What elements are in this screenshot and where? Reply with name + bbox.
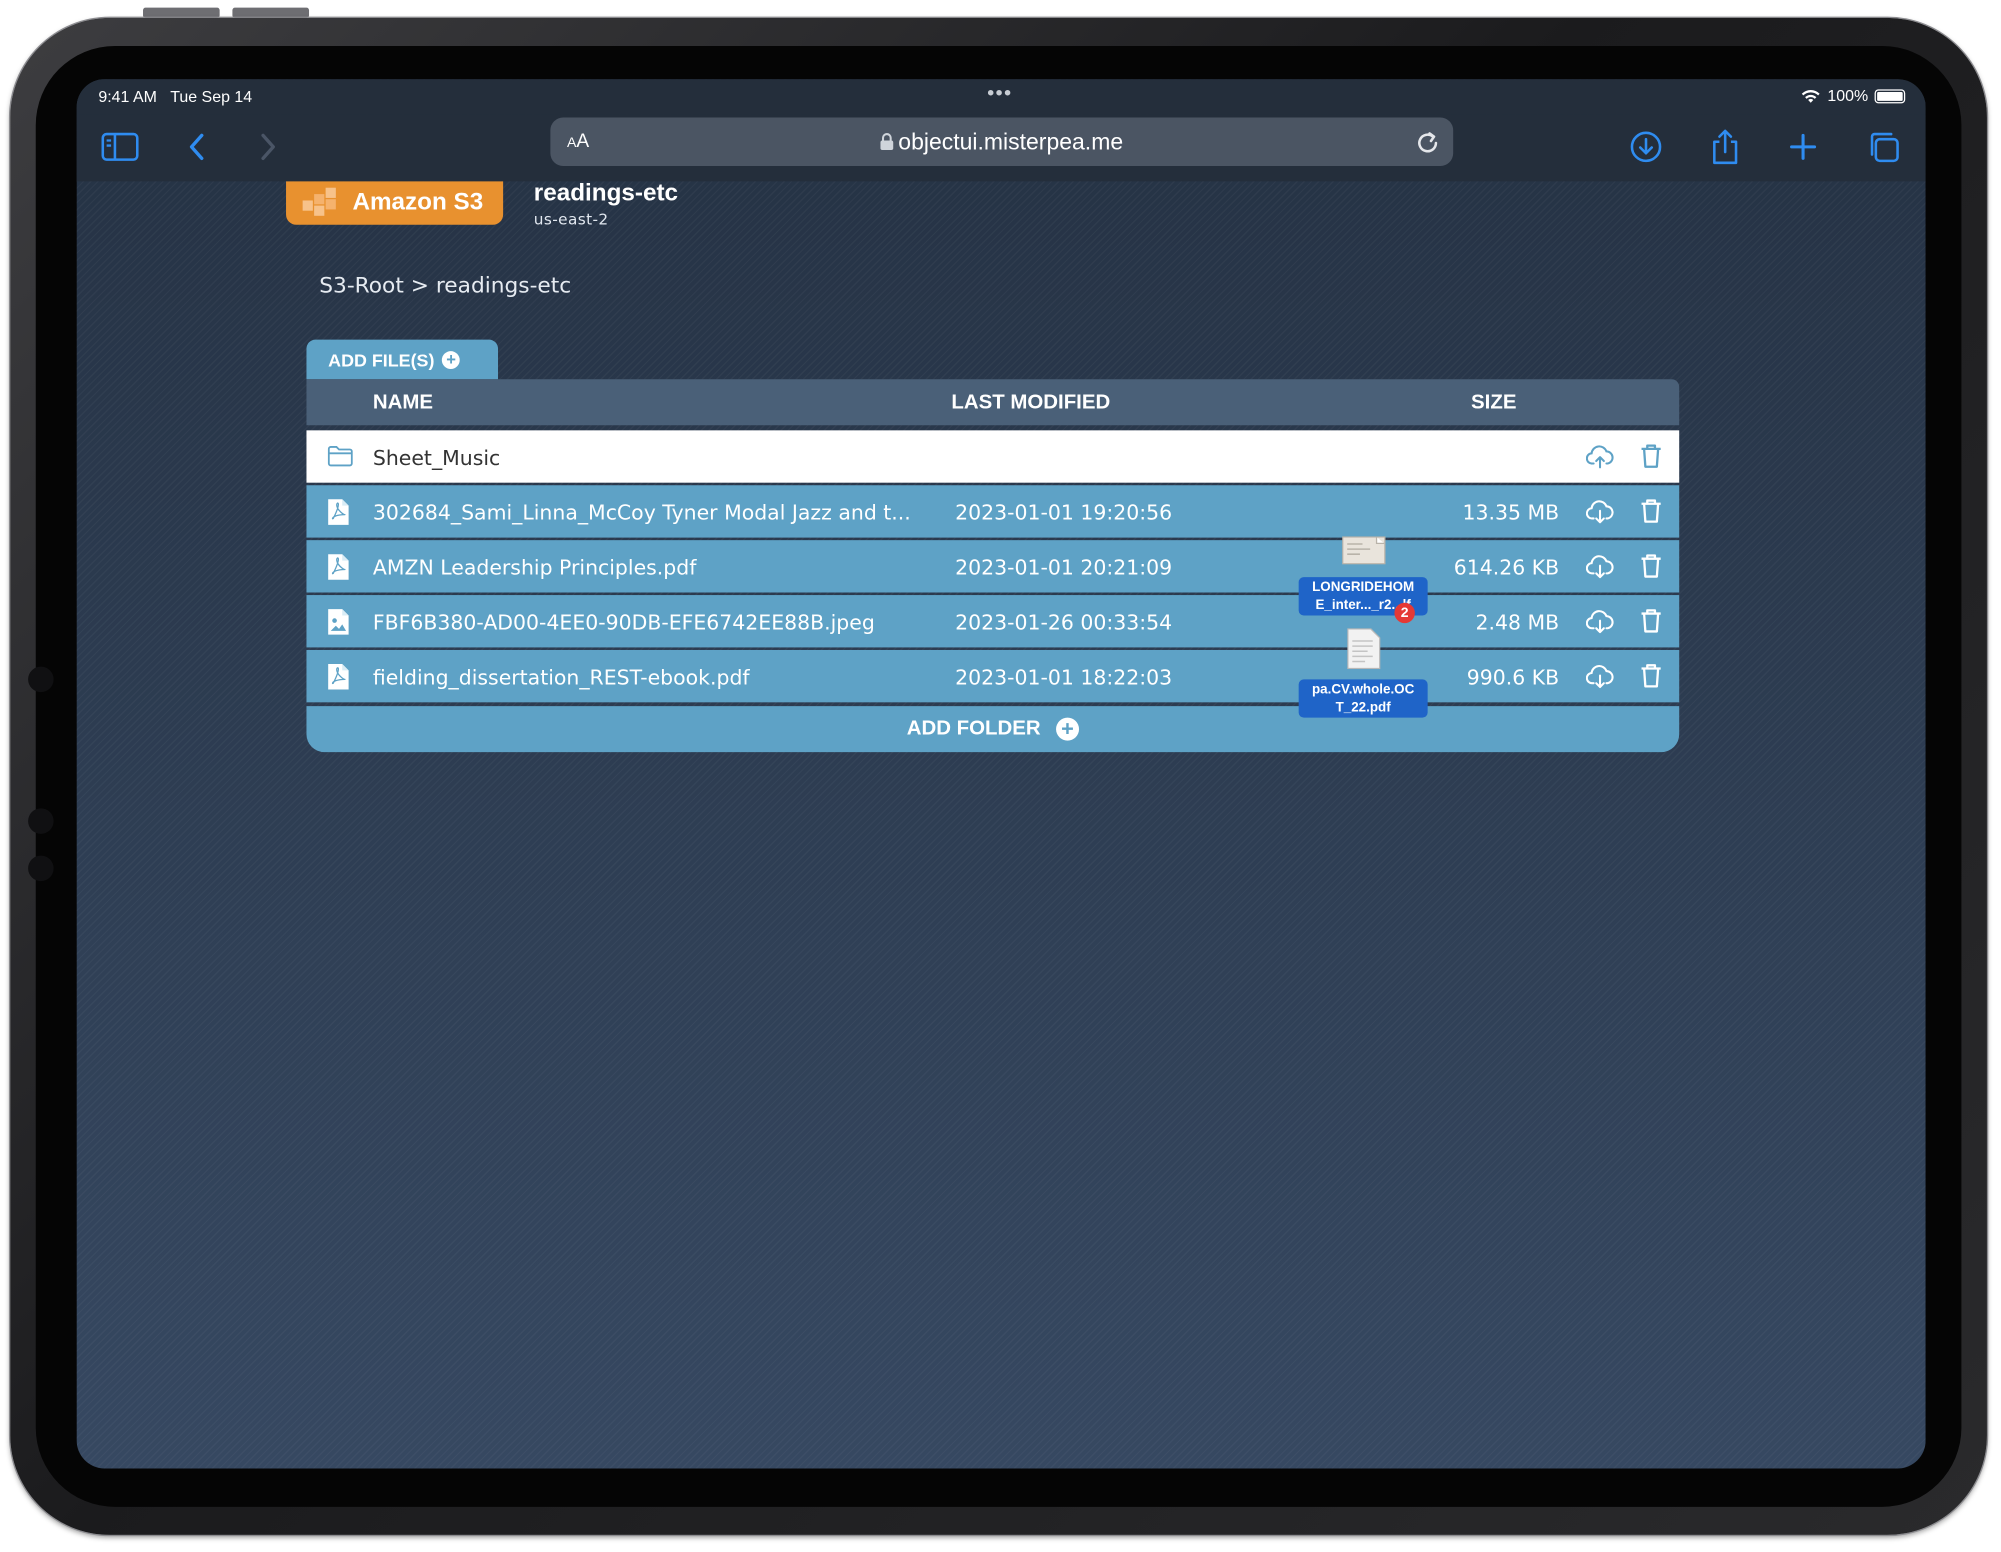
file-thumbnail-icon	[1342, 536, 1386, 565]
plus-circle-icon: +	[1055, 717, 1079, 741]
file-size: 13.35 MB	[1462, 500, 1560, 525]
file-modified: 2023-01-01 20:21:09	[955, 555, 1173, 580]
column-header-name[interactable]: NAME	[373, 392, 433, 415]
file-modified: 2023-01-01 18:22:03	[955, 665, 1173, 690]
trash-icon[interactable]	[1638, 607, 1664, 640]
download-icon[interactable]	[1585, 553, 1614, 586]
dragged-file-longridehome[interactable]: LONGRIDEHOM E_inter..._r2...lf 2	[1298, 536, 1432, 625]
column-header-modified[interactable]: LAST MODIFIED	[951, 392, 1110, 415]
tabs-overview-icon[interactable]	[1863, 126, 1904, 167]
file-thumbnail-icon	[1347, 628, 1381, 670]
pdf-file-icon	[327, 553, 350, 586]
plus-circle-icon: +	[442, 350, 460, 369]
add-files-label: ADD FILE(S)	[328, 349, 435, 370]
download-icon[interactable]	[1585, 443, 1614, 476]
column-header-size[interactable]: SIZE	[1471, 392, 1516, 415]
wifi-icon	[1801, 90, 1820, 103]
dragged-file-cv[interactable]: pa.CV.whole.OC T_22.pdf	[1298, 628, 1432, 722]
share-icon[interactable]	[1705, 126, 1746, 167]
reload-icon[interactable]	[1415, 128, 1441, 156]
bucket-title: readings-etc	[533, 180, 679, 207]
folder-name[interactable]: Sheet_Music	[373, 446, 500, 470]
multitasking-dots-icon[interactable]: •••	[987, 83, 1012, 106]
pdf-file-icon	[327, 498, 350, 531]
screen: 9:41 AM Tue Sep 14 ••• 100% AA objectui.…	[76, 79, 1926, 1469]
table-row[interactable]: 302684_Sami_Linna_McCoy Tyner Modal Jazz…	[306, 485, 1680, 538]
add-folder-label: ADD FOLDER	[906, 717, 1041, 740]
trash-icon[interactable]	[1638, 661, 1664, 694]
table-row-folder[interactable]: Sheet_Music	[306, 430, 1680, 483]
amazon-s3-logo: Amazon S3	[286, 181, 504, 225]
sidebar-icon[interactable]	[100, 126, 141, 167]
logo-text: Amazon S3	[352, 188, 484, 216]
trash-icon[interactable]	[1638, 497, 1664, 530]
lock-icon	[881, 133, 894, 151]
back-icon[interactable]	[176, 126, 217, 167]
volume-button	[143, 7, 220, 18]
file-name[interactable]: fielding_dissertation_REST-ebook.pdf	[373, 665, 750, 689]
add-files-button[interactable]: ADD FILE(S) +	[306, 339, 499, 380]
downloads-icon[interactable]	[1626, 126, 1667, 167]
file-size: 614.26 KB	[1453, 555, 1560, 580]
file-modified: 2023-01-01 19:20:56	[955, 500, 1173, 525]
s3-boxes-icon	[302, 187, 336, 216]
file-modified: 2023-01-26 00:33:54	[955, 610, 1173, 635]
trash-icon[interactable]	[1638, 442, 1664, 475]
side-sensor	[28, 808, 54, 834]
forward-icon[interactable]	[248, 126, 289, 167]
battery-icon	[1874, 88, 1906, 103]
table-row[interactable]: FBF6B380-AD00-4EE0-90DB-EFE6742EE88B.jpe…	[306, 595, 1680, 648]
folder-icon	[327, 443, 354, 474]
image-file-icon	[327, 608, 350, 641]
dragged-file-label: pa.CV.whole.OC T_22.pdf	[1298, 679, 1428, 718]
breadcrumb[interactable]: S3-Root > readings-etc	[319, 273, 571, 299]
status-bar: 9:41 AM Tue Sep 14 ••• 100%	[76, 79, 1926, 115]
side-sensor	[28, 666, 54, 693]
new-tab-icon[interactable]	[1783, 126, 1824, 167]
address-bar[interactable]: AA objectui.misterpea.me	[550, 117, 1454, 167]
add-folder-button[interactable]: ADD FOLDER +	[306, 706, 1680, 753]
file-size: 2.48 MB	[1475, 610, 1560, 635]
file-size: 990.6 KB	[1466, 665, 1560, 690]
status-indicators: 100%	[1801, 87, 1906, 105]
file-table: NAME LAST MODIFIED SIZE Sheet_Music 3026…	[306, 379, 1680, 753]
download-icon[interactable]	[1585, 608, 1614, 641]
table-header: NAME LAST MODIFIED SIZE	[306, 379, 1680, 426]
table-row[interactable]: AMZN Leadership Principles.pdf 2023-01-0…	[306, 540, 1680, 593]
file-name[interactable]: AMZN Leadership Principles.pdf	[373, 555, 697, 579]
volume-button	[232, 7, 310, 18]
table-row[interactable]: fielding_dissertation_REST-ebook.pdf 202…	[306, 649, 1680, 703]
file-name[interactable]: 302684_Sami_Linna_McCoy Tyner Modal Jazz…	[373, 501, 911, 525]
pdf-file-icon	[327, 663, 350, 696]
trash-icon[interactable]	[1638, 552, 1664, 585]
bucket-region: us-east-2	[533, 210, 609, 229]
download-icon[interactable]	[1585, 498, 1614, 531]
url-text[interactable]: objectui.misterpea.me	[550, 129, 1453, 156]
browser-toolbar: AA objectui.misterpea.me	[76, 114, 1926, 182]
status-time: 9:41 AM Tue Sep 14	[98, 88, 253, 106]
side-sensor	[28, 855, 54, 882]
drag-count-badge: 2	[1394, 602, 1415, 624]
battery-percent: 100%	[1827, 86, 1869, 105]
file-name[interactable]: FBF6B380-AD00-4EE0-90DB-EFE6742EE88B.jpe…	[373, 610, 875, 634]
download-icon[interactable]	[1585, 663, 1614, 696]
